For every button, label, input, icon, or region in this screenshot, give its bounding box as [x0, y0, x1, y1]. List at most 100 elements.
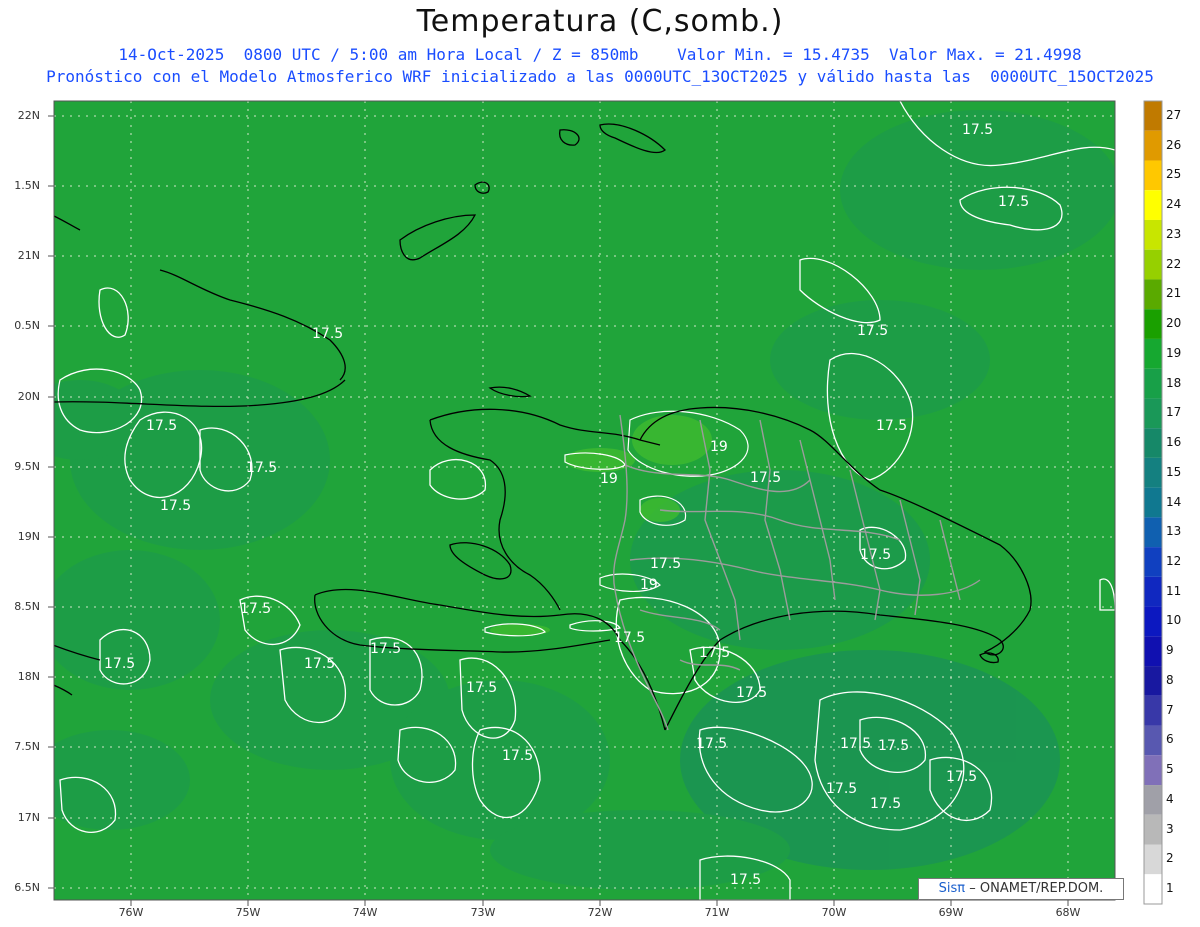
colorbar-swatch: [1144, 547, 1162, 577]
lon-label: 71W: [704, 906, 730, 919]
lon-label: 69W: [938, 906, 964, 919]
colorbar-swatch: [1144, 457, 1162, 488]
lat-label: 22N: [17, 109, 40, 122]
contour-label: 17.5: [304, 656, 335, 672]
credit-text: – ONAMET/REP.DOM.: [969, 881, 1104, 896]
colorbar-swatch: [1144, 725, 1162, 756]
contour-label: 17.5: [160, 498, 191, 514]
lat-label: 17N: [17, 811, 40, 824]
lat-label: 18N: [17, 670, 40, 683]
contour-label: 17.5: [614, 630, 645, 646]
lon-label: 76W: [118, 906, 144, 919]
contour-label: 17.5: [246, 460, 277, 476]
colorbar-swatch: [1144, 695, 1162, 726]
credit-box: Sisπ – ONAMET/REP.DOM.: [918, 878, 1124, 900]
contour-label: 17.5: [502, 748, 533, 764]
lon-label: 74W: [352, 906, 378, 919]
lat-label: 19N: [17, 530, 40, 543]
lat-label: 7.5N: [14, 740, 40, 753]
contour-label: 17.5: [240, 601, 271, 617]
contour-label: 17.5: [312, 326, 343, 342]
colorbar-label: 21: [1166, 286, 1182, 301]
lat-label: 9.5N: [14, 460, 40, 473]
colorbar-label: 17: [1166, 405, 1182, 420]
colorbar-swatch: [1144, 101, 1162, 131]
colorbar-label: 3: [1166, 821, 1174, 836]
lat-label: 0.5N: [14, 319, 40, 332]
colorbar-label: 13: [1166, 524, 1182, 539]
colorbar-swatch: [1144, 130, 1162, 161]
colorbar-label: 24: [1166, 197, 1182, 212]
colorbar-swatch: [1144, 785, 1162, 815]
contour-label: 17.5: [878, 738, 909, 754]
colorbar-swatch: [1144, 160, 1162, 191]
colorbar-swatch: [1144, 190, 1162, 220]
lon-label: 72W: [587, 906, 613, 919]
contour-label: 17.5: [826, 781, 857, 797]
contour-label: 19: [710, 439, 728, 455]
colorbar-label: 16: [1166, 435, 1182, 450]
colorbar-swatch: [1144, 398, 1162, 429]
colorbar-swatch: [1144, 636, 1162, 667]
lat-label: 6.5N: [14, 881, 40, 894]
colorbar-swatch: [1144, 576, 1162, 607]
contour-label: 17.5: [840, 736, 871, 752]
colorbar-swatch: [1144, 755, 1162, 786]
colorbar-swatch: [1144, 814, 1162, 845]
temperature-map: 17.5 17.5 17.5 17.5 17.5 17.5 17.5 17.5 …: [48, 100, 1163, 906]
contour-label: 17.5: [466, 680, 497, 696]
colorbar-swatch: [1144, 368, 1162, 399]
contour-label: 17.5: [870, 796, 901, 812]
lon-label: 73W: [470, 906, 496, 919]
colorbar-label: 19: [1166, 345, 1182, 360]
colorbar-label: 27: [1166, 107, 1182, 122]
colorbar-label: 12: [1166, 553, 1182, 568]
contour-label: 17.5: [146, 418, 177, 434]
colorbar-swatch: [1144, 666, 1162, 696]
contour-label: 17.5: [699, 645, 730, 661]
colorbar-swatch: [1144, 279, 1162, 310]
colorbar-label: 5: [1166, 762, 1174, 777]
contour-label: 17.5: [696, 736, 727, 752]
colorbar-label: 11: [1166, 583, 1182, 598]
colorbar-label: 4: [1166, 791, 1174, 806]
colorbar-label: 15: [1166, 464, 1182, 479]
colorbar-label: 20: [1166, 316, 1182, 331]
colorbar-swatch: [1144, 844, 1162, 875]
colorbar-swatch: [1144, 428, 1162, 458]
colorbar-label: 18: [1166, 375, 1182, 390]
contour-label: 17.5: [876, 418, 907, 434]
colorbar-swatch: [1144, 249, 1162, 280]
lat-label: 1.5N: [14, 179, 40, 192]
contour-label: 17.5: [946, 769, 977, 785]
lat-label: 21N: [17, 249, 40, 262]
lon-label: 68W: [1055, 906, 1081, 919]
colorbar-label: 25: [1166, 167, 1182, 182]
contour-label: 17.5: [857, 323, 888, 339]
colorbar-label: 7: [1166, 702, 1174, 717]
colorbar-swatch: [1144, 309, 1162, 339]
contour-label: 17.5: [650, 556, 681, 572]
contour-label: 19: [600, 471, 618, 487]
lon-label: 70W: [821, 906, 847, 919]
contour-label: 17.5: [998, 194, 1029, 210]
colorbar-swatch: [1144, 517, 1162, 548]
contour-label: 17.5: [962, 122, 993, 138]
contour-label: 17.5: [860, 547, 891, 563]
colorbar-label: 26: [1166, 137, 1182, 152]
contour-label: 17.5: [370, 641, 401, 657]
lat-label: 20N: [17, 390, 40, 403]
lon-label: 75W: [235, 906, 261, 919]
colorbar-swatch: [1144, 219, 1162, 250]
contour-label: 17.5: [730, 872, 761, 888]
colorbar-label: 6: [1166, 732, 1174, 747]
colorbar: [1143, 100, 1163, 905]
colorbar-swatch: [1144, 487, 1162, 518]
colorbar-label: 14: [1166, 494, 1182, 509]
colorbar-label: 8: [1166, 672, 1174, 687]
contour-label: 17.5: [104, 656, 135, 672]
colorbar-label: 23: [1166, 226, 1182, 241]
colorbar-swatch: [1144, 606, 1162, 637]
colorbar-swatch: [1144, 874, 1162, 904]
colorbar-label: 9: [1166, 643, 1174, 658]
